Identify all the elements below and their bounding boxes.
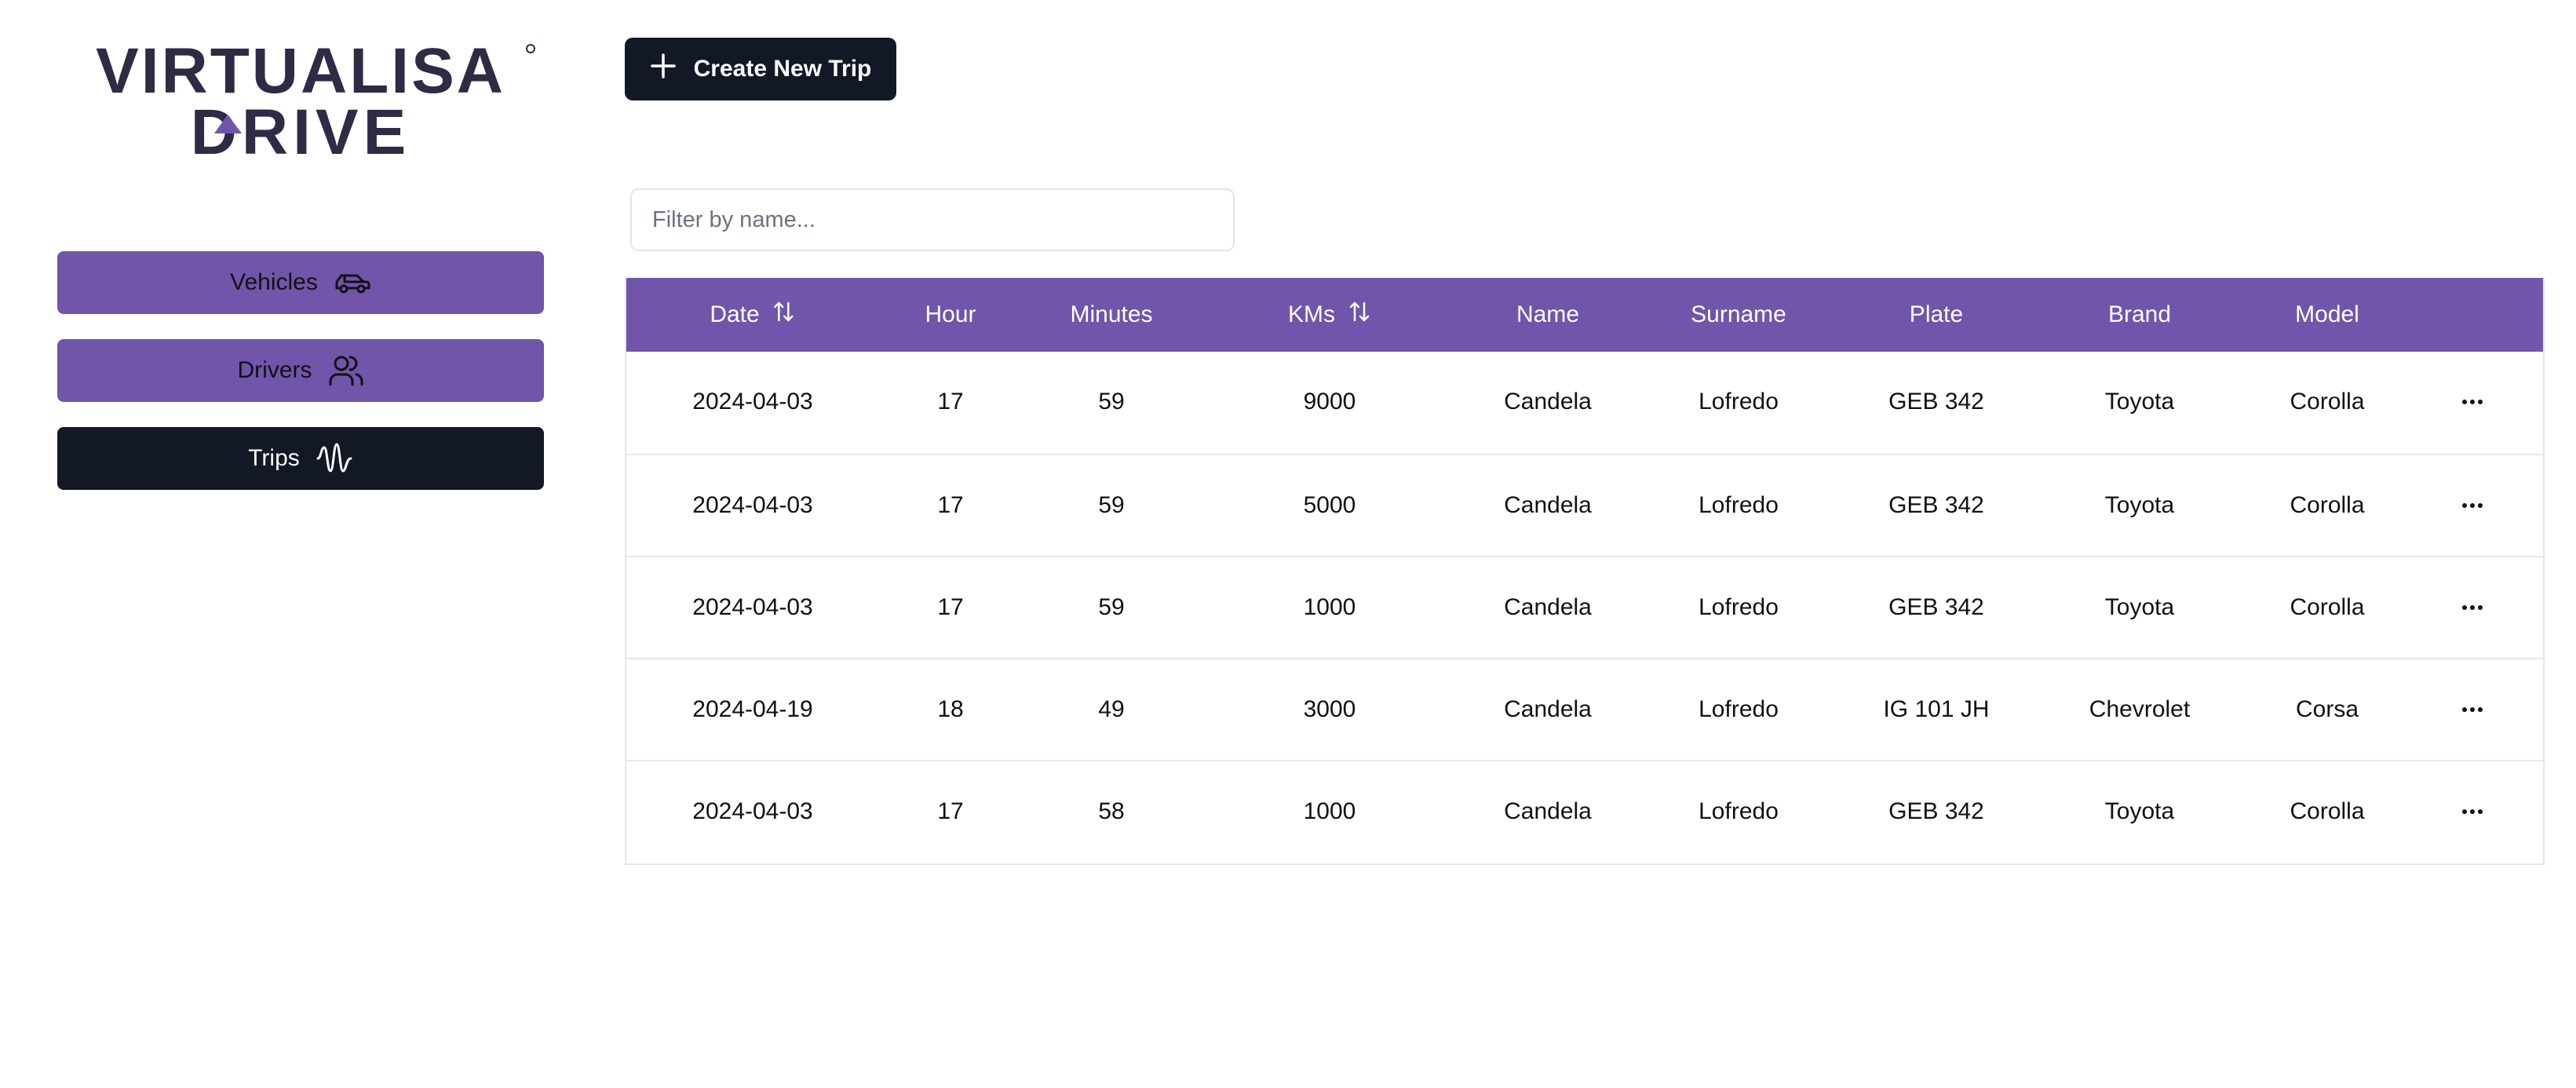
sidebar-item-label: Trips: [248, 445, 300, 471]
sort-icon: [1348, 300, 1371, 330]
trips-table: Date Hour Minutes KMs Name Surname Plate…: [625, 278, 2545, 865]
column-label: KMs: [1288, 301, 1335, 327]
cell-hour: 17: [937, 389, 964, 414]
table-row: 2024-04-03 17 59 9000 Candela Lofredo GEB 342 T…: [626, 352, 2543, 454]
cell-plate: IG 101 JH: [1883, 696, 1990, 722]
cell-surname: Lofredo: [1698, 492, 1779, 518]
cell-minutes: 59: [1098, 389, 1125, 414]
more-horizontal-icon[interactable]: [2461, 761, 2483, 862]
cell-hour: 17: [937, 492, 964, 518]
cell-kms: 3000: [1303, 696, 1356, 722]
cell-model: Corolla: [2290, 798, 2365, 824]
cell-plate: GEB 342: [1888, 492, 1984, 518]
table-row: 2024-04-19 18 49 3000 Candela Lofredo IG 101 J…: [626, 658, 2543, 760]
cell-plate: GEB 342: [1888, 594, 1984, 620]
column-label: Surname: [1691, 301, 1786, 327]
more-horizontal-icon[interactable]: [2461, 352, 2483, 452]
filter-by-name-input[interactable]: [630, 188, 1235, 251]
cell-name: Candela: [1504, 389, 1592, 414]
column-header-name: Name: [1516, 278, 1579, 352]
sidebar-item-drivers[interactable]: Drivers: [57, 339, 544, 402]
sidebar-item-label: Vehicles: [230, 269, 318, 295]
cell-brand: Toyota: [2104, 492, 2175, 518]
column-header-plate: Plate: [1910, 278, 1963, 352]
cell-plate: GEB 342: [1888, 798, 1984, 824]
table-row: 2024-04-03 17 59 1000 Candela Lofredo GEB 342 T…: [626, 556, 2543, 658]
cell-hour: 17: [937, 594, 964, 620]
sidebar-item-trips[interactable]: Trips: [57, 427, 544, 490]
cell-brand: Toyota: [2104, 798, 2175, 824]
cell-date: 2024-04-03: [692, 492, 813, 518]
cell-minutes: 59: [1098, 594, 1125, 620]
cell-minutes: 49: [1098, 696, 1125, 722]
cell-name: Candela: [1504, 492, 1592, 518]
cell-minutes: 59: [1098, 492, 1125, 518]
cell-name: Candela: [1504, 594, 1592, 620]
cell-kms: 5000: [1303, 492, 1356, 518]
cell-hour: 17: [937, 798, 964, 824]
column-label: Date: [710, 301, 760, 327]
column-label: Plate: [1909, 301, 1964, 327]
more-horizontal-icon[interactable]: [2461, 659, 2483, 760]
column-label: Name: [1516, 301, 1580, 327]
users-icon: [328, 354, 364, 387]
cell-date: 2024-04-19: [692, 696, 813, 722]
cell-plate: GEB 342: [1888, 389, 1984, 414]
cell-brand: Toyota: [2104, 389, 2175, 414]
cell-name: Candela: [1504, 798, 1592, 824]
cell-name: Candela: [1504, 696, 1592, 722]
table-row: 2024-04-03 17 59 5000 Candela Lofredo GEB 342 T…: [626, 454, 2543, 556]
cell-surname: Lofredo: [1698, 389, 1779, 414]
column-header-date[interactable]: Date: [710, 278, 795, 352]
cell-minutes: 58: [1098, 798, 1125, 824]
car-icon: [334, 269, 371, 296]
column-header-minutes: Minutes: [1070, 278, 1152, 352]
more-horizontal-icon[interactable]: [2461, 455, 2483, 556]
column-header-brand: Brand: [2108, 278, 2171, 352]
create-button-label: Create New Trip: [693, 56, 872, 82]
table-row: 2024-04-03 17 58 1000 Candela Lofredo GEB 342 T…: [626, 760, 2543, 862]
column-label: Hour: [925, 301, 976, 327]
brand-logo: VIRTUALISA DRIVE: [96, 39, 535, 165]
create-new-trip-button[interactable]: Create New Trip: [625, 38, 896, 100]
sidebar-item-label: Drivers: [237, 357, 312, 383]
cell-date: 2024-04-03: [692, 798, 813, 824]
cell-surname: Lofredo: [1698, 798, 1779, 824]
cell-model: Corolla: [2290, 389, 2365, 414]
column-label: Model: [2295, 301, 2359, 327]
plus-icon: [650, 53, 677, 86]
more-horizontal-icon[interactable]: [2461, 557, 2483, 658]
cell-date: 2024-04-03: [692, 594, 813, 620]
column-header-kms[interactable]: KMs: [1288, 278, 1371, 352]
cell-kms: 1000: [1303, 594, 1356, 620]
cell-surname: Lofredo: [1698, 696, 1779, 722]
cell-kms: 1000: [1303, 798, 1356, 824]
cell-surname: Lofredo: [1698, 594, 1779, 620]
cell-kms: 9000: [1303, 389, 1356, 414]
column-label: Brand: [2107, 301, 2172, 327]
cell-date: 2024-04-03: [692, 389, 813, 414]
cell-model: Corsa: [2295, 696, 2359, 722]
column-label: Minutes: [1070, 301, 1153, 327]
sidebar-item-vehicles[interactable]: Vehicles: [57, 251, 544, 314]
wave-icon: [316, 441, 353, 476]
sort-icon: [772, 300, 796, 330]
cell-model: Corolla: [2290, 492, 2365, 518]
column-header-surname: Surname: [1691, 278, 1786, 352]
table-header: Date Hour Minutes KMs Name Surname Plate…: [626, 278, 2543, 352]
column-header-model: Model: [2295, 278, 2359, 352]
cell-model: Corolla: [2290, 594, 2365, 620]
column-header-hour: Hour: [925, 278, 976, 352]
cell-brand: Toyota: [2104, 594, 2175, 620]
cell-brand: Chevrolet: [2089, 696, 2191, 722]
cell-hour: 18: [937, 696, 964, 722]
